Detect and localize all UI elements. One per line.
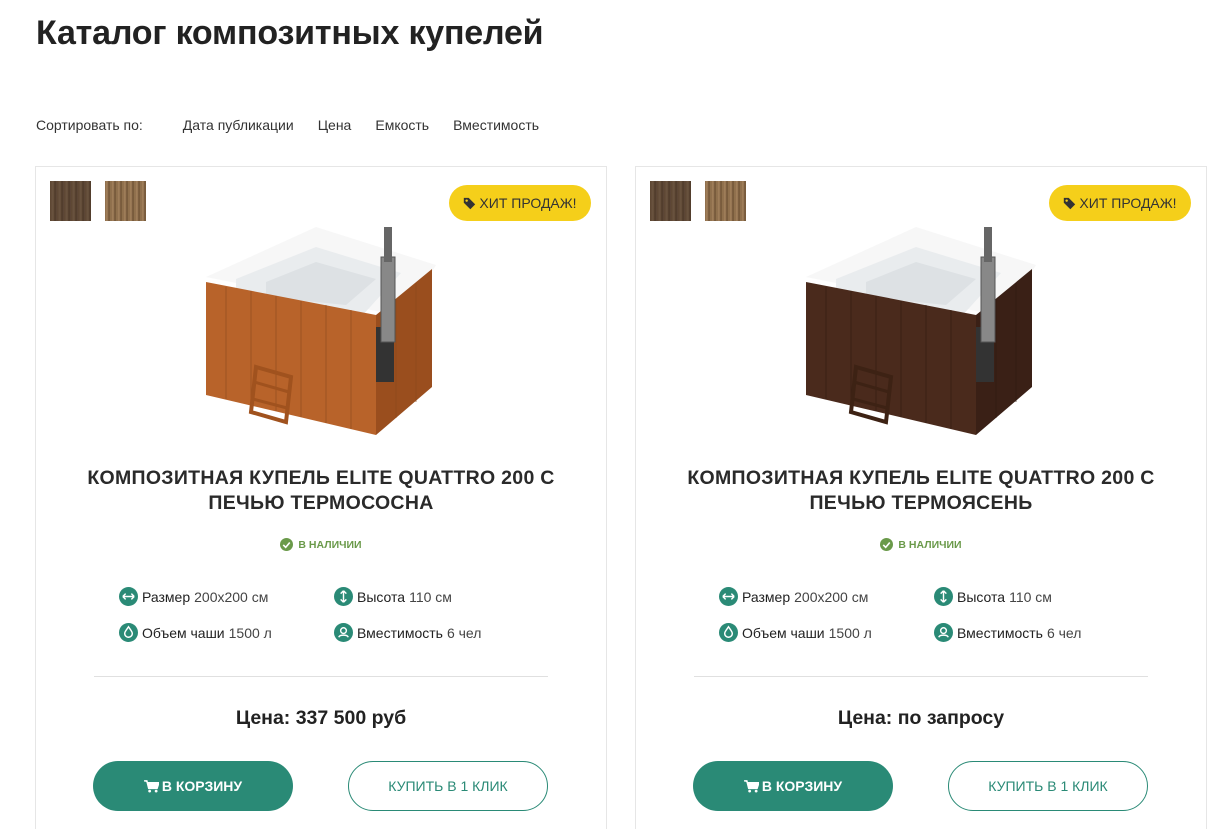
product-price: Цена: по запросу [837, 707, 1005, 729]
spec-height-value: 110 см [1009, 588, 1052, 605]
spec-volume: Объем чаши 1500 л [719, 623, 872, 642]
add-to-cart-label: В КОРЗИНУ [761, 778, 843, 794]
stock-status: В НАЛИЧИИ [636, 538, 1206, 551]
add-to-cart-button[interactable]: В КОРЗИНУ [693, 761, 893, 811]
badge-label: ХИТ ПРОДАЖ! [479, 195, 577, 211]
cart-icon [743, 779, 759, 793]
buy-one-click-button[interactable]: КУПИТЬ В 1 КЛИК [948, 761, 1148, 811]
color-swatch-dark[interactable] [50, 181, 91, 221]
sort-option-price[interactable]: Цена [318, 117, 352, 133]
spec-volume-label: Объем чаши [142, 624, 225, 641]
check-circle-icon [280, 538, 294, 551]
color-swatch-light[interactable] [105, 181, 146, 221]
spec-height-label: Высота [957, 588, 1006, 605]
product-price: Цена: 337 500 руб [235, 707, 407, 729]
check-circle-icon [880, 538, 894, 551]
badge-label: ХИТ ПРОДАЖ! [1079, 195, 1177, 211]
water-drop-icon [119, 623, 138, 642]
product-title[interactable]: КОМПОЗИТНАЯ КУПЕЛЬ ELITE QUATTRO 200 С П… [656, 466, 1186, 516]
spec-height-value: 110 см [409, 588, 452, 605]
spec-capacity-value: 6 чел [446, 624, 482, 641]
spec-capacity-label: Вместимость [957, 624, 1043, 641]
sort-label: Сортировать по: [36, 117, 143, 133]
add-to-cart-button[interactable]: В КОРЗИНУ [93, 761, 293, 811]
stock-label: В НАЛИЧИИ [298, 538, 362, 551]
cart-icon [143, 779, 159, 793]
spec-size-label: Размер [142, 588, 191, 605]
spec-size: Размер 200х200 см [719, 587, 868, 606]
user-icon [334, 623, 353, 642]
hit-badge: ХИТ ПРОДАЖ! [1049, 185, 1191, 221]
stock-status: В НАЛИЧИИ [36, 538, 606, 551]
spec-height: Высота 110 см [334, 587, 452, 606]
sort-bar: Сортировать по: Дата публикации Цена Емк… [36, 117, 563, 133]
spec-volume: Объем чаши 1500 л [119, 623, 272, 642]
buy-one-click-button[interactable]: КУПИТЬ В 1 КЛИК [348, 761, 548, 811]
product-title[interactable]: КОМПОЗИТНАЯ КУПЕЛЬ ELITE QUATTRO 200 С П… [56, 466, 586, 516]
resize-vertical-icon [334, 587, 353, 606]
tag-icon [1064, 197, 1076, 209]
spec-capacity-label: Вместимость [357, 624, 443, 641]
spec-size-value: 200х200 см [794, 588, 869, 605]
add-to-cart-label: В КОРЗИНУ [161, 778, 243, 794]
spec-height-label: Высота [357, 588, 406, 605]
spec-volume-value: 1500 л [228, 624, 272, 641]
product-image[interactable] [796, 207, 1056, 437]
spec-capacity-value: 6 чел [1046, 624, 1082, 641]
tag-icon [464, 197, 476, 209]
color-swatch-dark[interactable] [650, 181, 691, 221]
spec-height: Высота 110 см [934, 587, 1052, 606]
hit-badge: ХИТ ПРОДАЖ! [449, 185, 591, 221]
spec-capacity: Вместимость 6 чел [334, 623, 481, 642]
resize-horizontal-icon [119, 587, 138, 606]
resize-vertical-icon [934, 587, 953, 606]
divider [94, 676, 548, 677]
product-card: ХИТ ПРОДАЖ! КОМПОЗИТНАЯ КУПЕЛЬ ELITE QUA… [635, 166, 1207, 829]
spec-volume-label: Объем чаши [742, 624, 825, 641]
product-image[interactable] [196, 207, 456, 437]
color-swatch-light[interactable] [705, 181, 746, 221]
spec-capacity: Вместимость 6 чел [934, 623, 1081, 642]
page-title: Каталог композитных купелей [36, 14, 544, 52]
spec-size-label: Размер [742, 588, 791, 605]
spec-volume-value: 1500 л [828, 624, 872, 641]
resize-horizontal-icon [719, 587, 738, 606]
product-card: ХИТ ПРОДАЖ! КОМПОЗИТНАЯ КУПЕЛЬ ELITE QUA… [35, 166, 607, 829]
divider [694, 676, 1148, 677]
spec-size: Размер 200х200 см [119, 587, 268, 606]
water-drop-icon [719, 623, 738, 642]
sort-option-capacity[interactable]: Вместимость [453, 117, 539, 133]
stock-label: В НАЛИЧИИ [898, 538, 962, 551]
sort-option-volume[interactable]: Емкость [375, 117, 429, 133]
spec-size-value: 200х200 см [194, 588, 269, 605]
sort-option-date[interactable]: Дата публикации [183, 117, 294, 133]
user-icon [934, 623, 953, 642]
